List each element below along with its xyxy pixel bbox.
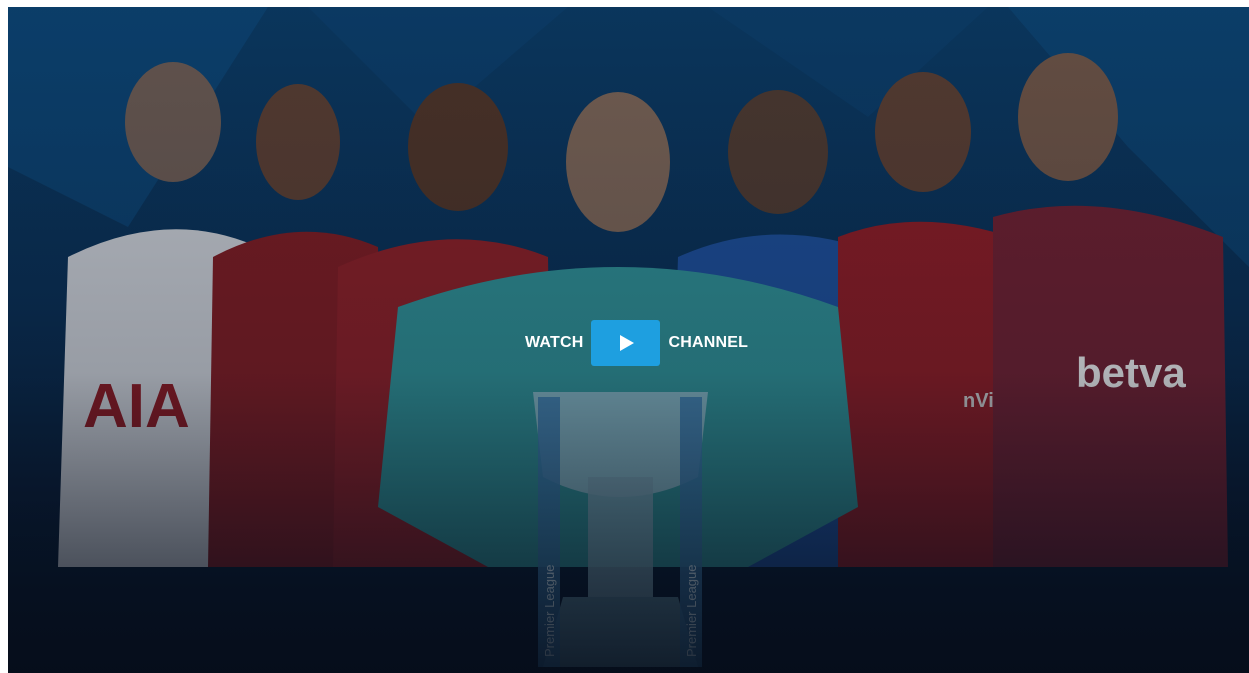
watch-channel-cta: WATCH CHANNEL	[525, 320, 748, 366]
trophy: Premier League Premier League	[533, 392, 708, 667]
trophy-label: Premier League	[542, 565, 557, 658]
trophy-label: Premier League	[684, 565, 699, 658]
jersey-sponsor-text: betva	[1076, 349, 1186, 396]
video-player[interactable]: AIA nView betva Premier League Premier L…	[8, 7, 1249, 673]
cta-prefix-text: WATCH	[525, 334, 584, 351]
cta-suffix-text: CHANNEL	[668, 334, 749, 351]
jersey-sponsor-text: AIA	[83, 372, 190, 441]
play-icon	[620, 335, 635, 351]
play-button[interactable]	[591, 320, 661, 366]
